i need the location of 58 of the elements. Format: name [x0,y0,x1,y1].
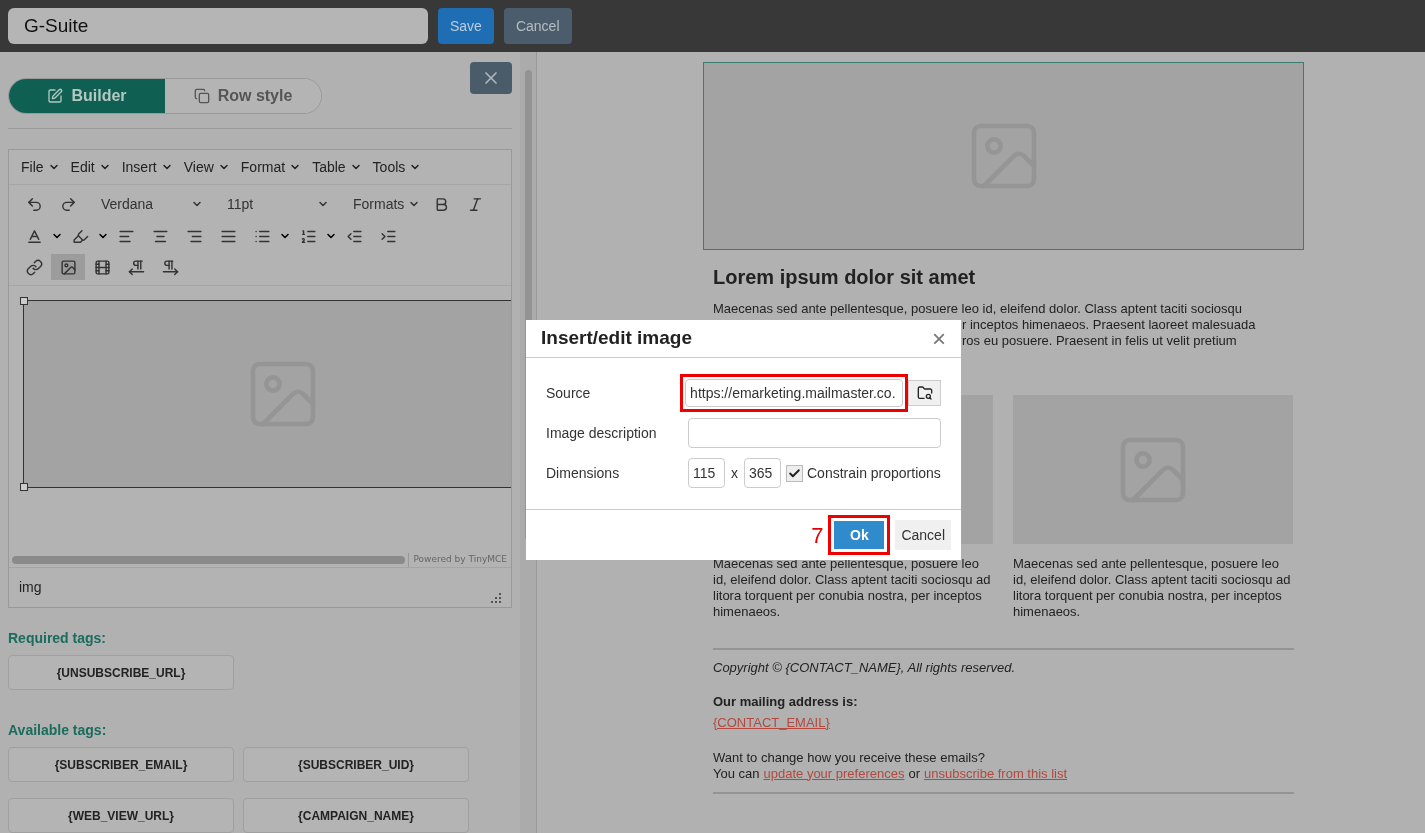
menu-item[interactable]: File [21,156,60,178]
section-title: Required tags: [8,629,107,648]
source-field[interactable]: https://emarketing.mailmaster.co. [685,379,904,407]
cancel-button[interactable]: Cancel [503,8,572,44]
formats-dropdown[interactable]: Formats [349,193,425,215]
paragraph-line: r inceptos himenaeos. Praesent laoreet malesuada [962,317,1257,333]
size-dropdown[interactable]: 11pt [219,193,337,215]
template-name-field[interactable]: G-Suite [8,8,428,44]
email-heading: Lorem ipsum dolor sit amet [713,265,977,290]
field-label: Dimensions [546,463,621,483]
paragraph-line: ros eu posuere. Praesent in felis ut velit pretium [962,333,1238,349]
element-path: img [19,578,42,597]
ok-button[interactable]: Ok [834,521,885,549]
or-text: or [908,765,920,782]
horizontal-scrollbar[interactable] [12,556,406,564]
constrain-checkbox[interactable] [786,464,803,482]
step-number: 7 [811,521,824,550]
menu-item[interactable]: Tools [372,156,422,178]
dialog-title: Insert/edit image [541,326,692,351]
copyright-text: Copyright © {CONTACT_NAME}, All rights reserved. [713,659,1017,677]
browse-button[interactable] [908,380,941,406]
resize-handle[interactable] [20,483,28,491]
image-icon[interactable] [51,254,85,280]
folder-search-icon [916,385,933,401]
column-text: Maecenas sed ante pellentesque, posuere leo id, eleifend dolor. Class aptent taciti sociosqu ad litora torquent per conubia nostra, per inceptos himenaeos. [713,556,992,620]
cancel-button[interactable]: Cancel [895,520,951,550]
tag-button[interactable]: {CAMPAIGN_NAME} [243,798,469,833]
width-field[interactable]: 115 [688,458,725,488]
section-title: Available tags: [8,721,108,740]
resize-handle[interactable] [20,297,28,305]
resize-grip-icon[interactable] [491,593,501,603]
tag-button[interactable]: {SUBSCRIBER_UID} [243,747,469,782]
menu-item[interactable]: Format [240,156,302,178]
you-can-text: You can [713,765,760,782]
change-text: Want to change how you receive these emails? [713,749,986,766]
tag-button[interactable]: {SUBSCRIBER_EMAIL} [8,747,234,782]
address-label: Our mailing address is: [713,693,859,710]
edit-icon [47,88,64,104]
field-label: Image description [546,423,658,443]
branding-text: Powered by TinyMCE [408,553,511,567]
column-text: Maecenas sed ante pellentesque, posuere leo id, eleifend dolor. Class aptent taciti sociosqu ad litora torquent per conubia nostra, per inceptos himenaeos. [1013,556,1292,620]
description-field[interactable] [688,418,941,448]
times-sign: x [731,463,738,483]
copy-icon [193,88,210,104]
menu-item[interactable]: Table [312,156,362,178]
tag-button[interactable]: {WEB_VIEW_URL} [8,798,234,833]
field-label: Source [546,383,592,403]
mode-tab[interactable]: Builder [9,79,165,113]
checkbox-label: Constrain proportions [807,463,941,483]
paragraph-line: Maecenas sed ante pellentesque, posuere leo id, eleifend dolor. Class aptent taciti sociosqu [713,301,1243,317]
font-dropdown[interactable]: Verdana [93,193,211,215]
menu-item[interactable]: View [183,156,230,178]
menu-item[interactable]: Insert [121,156,173,178]
menu-item[interactable]: Edit [70,156,111,178]
tag-button[interactable]: {UNSUBSCRIBE_URL} [8,655,234,690]
close-button[interactable]: × [932,326,946,351]
height-field[interactable]: 365 [744,458,781,488]
check-icon [788,466,801,480]
